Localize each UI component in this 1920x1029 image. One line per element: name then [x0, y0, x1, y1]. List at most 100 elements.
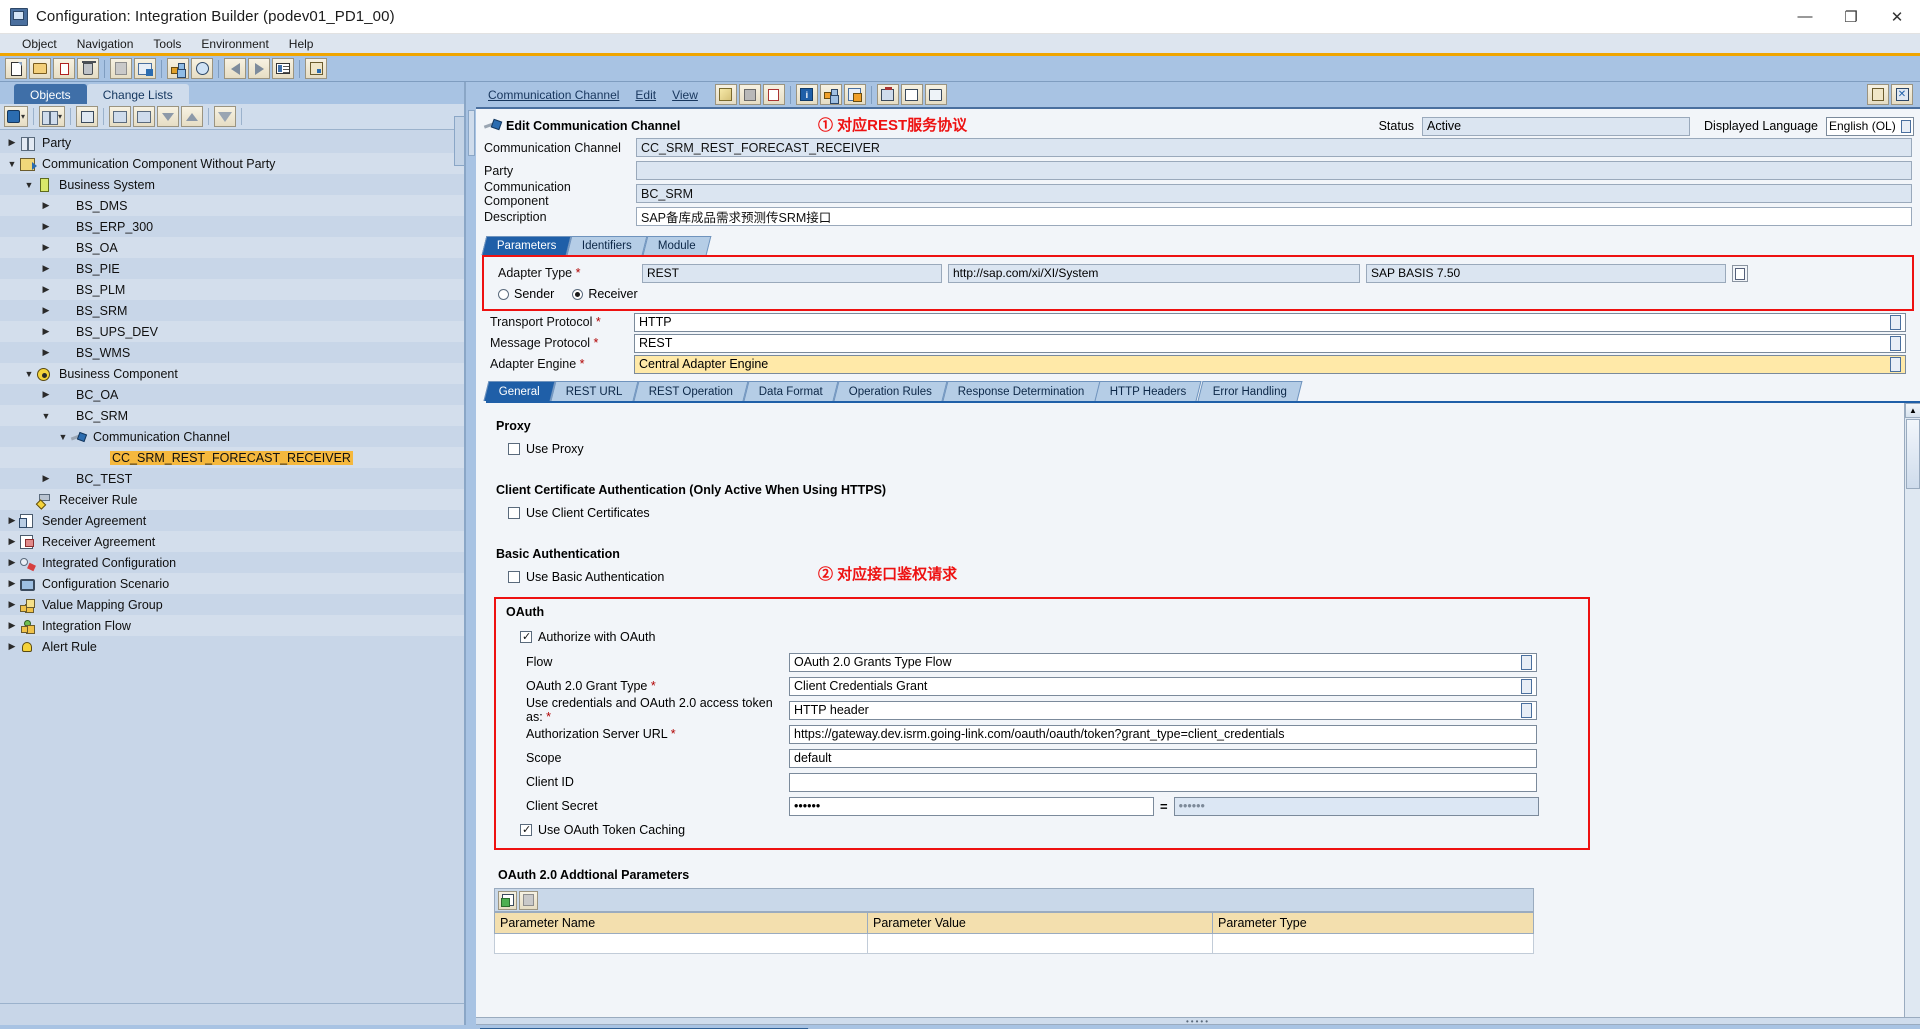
history-icon[interactable] — [924, 84, 947, 105]
column-parameter-name[interactable]: Parameter Name — [494, 912, 868, 934]
form-close-icon[interactable] — [134, 58, 156, 79]
tree-item-bc-test[interactable]: BC_TEST — [0, 468, 464, 489]
tree-item-receiver-rule[interactable]: Receiver Rule — [0, 489, 464, 510]
tree-item-integrated-configuration[interactable]: Integrated Configuration — [0, 552, 464, 573]
chevron-right-icon[interactable] — [38, 221, 54, 232]
chevron-down-icon[interactable] — [4, 159, 20, 169]
globe-icon[interactable] — [191, 58, 213, 79]
tab-data-format[interactable]: Data Format — [743, 381, 839, 401]
close-panel-icon[interactable]: ✕ — [1891, 84, 1913, 105]
copy-icon[interactable] — [1732, 264, 1748, 282]
network-icon[interactable] — [167, 58, 189, 79]
dropdown-icon[interactable] — [1890, 314, 1901, 330]
chevron-right-icon[interactable] — [4, 536, 20, 547]
open-folder-icon[interactable] — [29, 58, 51, 79]
where-used-icon[interactable] — [819, 84, 842, 105]
authorization-server-url-input[interactable]: https://gateway.dev.isrm.going-link.com/… — [789, 724, 1537, 744]
tab-objects[interactable]: Objects — [14, 84, 87, 104]
tree-item-bs-erp-300[interactable]: BS_ERP_300 — [0, 216, 464, 237]
dropdown-icon[interactable] — [1890, 356, 1901, 372]
statusbar-handle[interactable]: ▴▾ — [466, 1025, 480, 1029]
chevron-down-icon[interactable] — [21, 180, 37, 190]
tab-rest-url[interactable]: REST URL — [550, 381, 639, 401]
tree-item-bc-srm[interactable]: BC_SRM — [0, 405, 464, 426]
move-down-icon[interactable] — [157, 106, 180, 127]
maximize-button[interactable]: ❐ — [1828, 0, 1874, 34]
transport-protocol-select[interactable]: HTTP — [634, 312, 1906, 332]
delete-icon[interactable] — [77, 58, 99, 79]
chevron-right-icon[interactable] — [4, 557, 20, 568]
checkbox-use-oauth-token-caching[interactable]: Use OAuth Token Caching — [504, 820, 1580, 840]
menu-communication-channel[interactable]: Communication Channel — [488, 88, 619, 102]
tab-change-lists[interactable]: Change Lists — [86, 84, 189, 104]
tree-item-bc-oa[interactable]: BC_OA — [0, 384, 464, 405]
dropdown-icon[interactable] — [1890, 335, 1901, 351]
collapse-tree-icon[interactable] — [133, 106, 156, 127]
chevron-right-icon[interactable] — [38, 200, 54, 211]
cell-parameter-value[interactable] — [867, 933, 1213, 954]
checkbox-use-basic-authentication[interactable]: Use Basic Authentication — [476, 567, 1920, 587]
menu-view[interactable]: View — [672, 88, 698, 102]
back-arrow-icon[interactable] — [224, 58, 246, 79]
client-secret-confirm-input[interactable]: •••••• — [1173, 796, 1539, 816]
flow-input[interactable]: OAuth 2.0 Grants Type Flow — [789, 652, 1537, 672]
add-row-icon[interactable] — [498, 890, 517, 910]
table-row[interactable] — [494, 933, 1534, 954]
tree-item-bs-ups-dev[interactable]: BS_UPS_DEV — [0, 321, 464, 342]
tree-item-business-system[interactable]: Business System — [0, 174, 464, 195]
move-up-icon[interactable] — [181, 106, 204, 127]
tab-parameters[interactable]: Parameters — [481, 236, 572, 255]
tree-item-bs-dms[interactable]: BS_DMS — [0, 195, 464, 216]
tab-general[interactable]: General — [483, 381, 556, 401]
menu-item-environment[interactable]: Environment — [191, 35, 278, 53]
tree-item-bs-wms[interactable]: BS_WMS — [0, 342, 464, 363]
chevron-right-icon[interactable] — [38, 473, 54, 484]
tree-item-bs-oa[interactable]: BS_OA — [0, 237, 464, 258]
radio-sender-dot[interactable] — [498, 288, 509, 300]
tree-item-sender-agreement[interactable]: Sender Agreement — [0, 510, 464, 531]
content-splitter[interactable]: ••••• — [476, 1017, 1920, 1025]
tab-identifiers[interactable]: Identifiers — [567, 236, 648, 255]
adapter-namespace-value[interactable]: http://sap.com/xi/XI/System — [948, 263, 1360, 283]
checkbox-use-client-certificates[interactable]: Use Client Certificates — [476, 503, 1920, 523]
radio-receiver-dot[interactable] — [572, 288, 584, 300]
scroll-thumb[interactable] — [1906, 419, 1920, 489]
table-icon[interactable] — [900, 84, 923, 105]
tree-item-integration-flow[interactable]: Integration Flow — [0, 615, 464, 636]
cell-parameter-type[interactable] — [1212, 933, 1534, 954]
pin-icon[interactable] — [1867, 84, 1889, 105]
chevron-right-icon[interactable] — [38, 389, 54, 400]
tree-item-communication-channel[interactable]: Communication Channel — [0, 426, 464, 447]
tree-item-receiver-agreement[interactable]: Receiver Agreement — [0, 531, 464, 552]
info-icon[interactable]: i — [795, 84, 818, 105]
object-tree[interactable]: Party Communication Component Without Par… — [0, 130, 464, 1003]
menu-item-object[interactable]: Object — [12, 35, 67, 53]
list-view-icon[interactable] — [272, 58, 294, 79]
tree-item-bs-srm[interactable]: BS_SRM — [0, 300, 464, 321]
chevron-right-icon[interactable] — [38, 242, 54, 253]
menu-edit[interactable]: Edit — [635, 88, 656, 102]
menu-item-help[interactable]: Help — [279, 35, 324, 53]
tree-item-bs-pie[interactable]: BS_PIE — [0, 258, 464, 279]
tree-item-party[interactable]: Party — [0, 132, 464, 153]
tree-item-value-mapping-group[interactable]: Value Mapping Group — [0, 594, 464, 615]
chevron-right-icon[interactable] — [4, 137, 20, 148]
dropdown-icon[interactable] — [1521, 702, 1532, 718]
tab-module[interactable]: Module — [642, 236, 712, 255]
dropdown-icon[interactable] — [1521, 678, 1532, 694]
minimize-button[interactable]: — — [1782, 0, 1828, 34]
panel-splitter[interactable] — [466, 82, 476, 1025]
chevron-down-icon[interactable] — [21, 369, 37, 379]
expand-tree-icon[interactable] — [109, 106, 132, 127]
find-user-icon[interactable]: ▾ — [39, 106, 66, 127]
use-basic-authentication-checkbox[interactable] — [508, 571, 520, 583]
content-scrollbar[interactable]: ▲ — [1904, 403, 1920, 1017]
tree-item-bs-plm[interactable]: BS_PLM — [0, 279, 464, 300]
dropdown-icon[interactable] — [1521, 654, 1532, 670]
chevron-right-icon[interactable] — [4, 641, 20, 652]
tree-item-alert-rule[interactable]: Alert Rule — [0, 636, 464, 657]
checkbox-authorize-with-oauth[interactable]: Authorize with OAuth — [504, 627, 1580, 647]
scroll-up-arrow[interactable]: ▲ — [1905, 403, 1920, 418]
chevron-right-icon[interactable] — [38, 347, 54, 358]
message-protocol-select[interactable]: REST — [634, 333, 1906, 353]
